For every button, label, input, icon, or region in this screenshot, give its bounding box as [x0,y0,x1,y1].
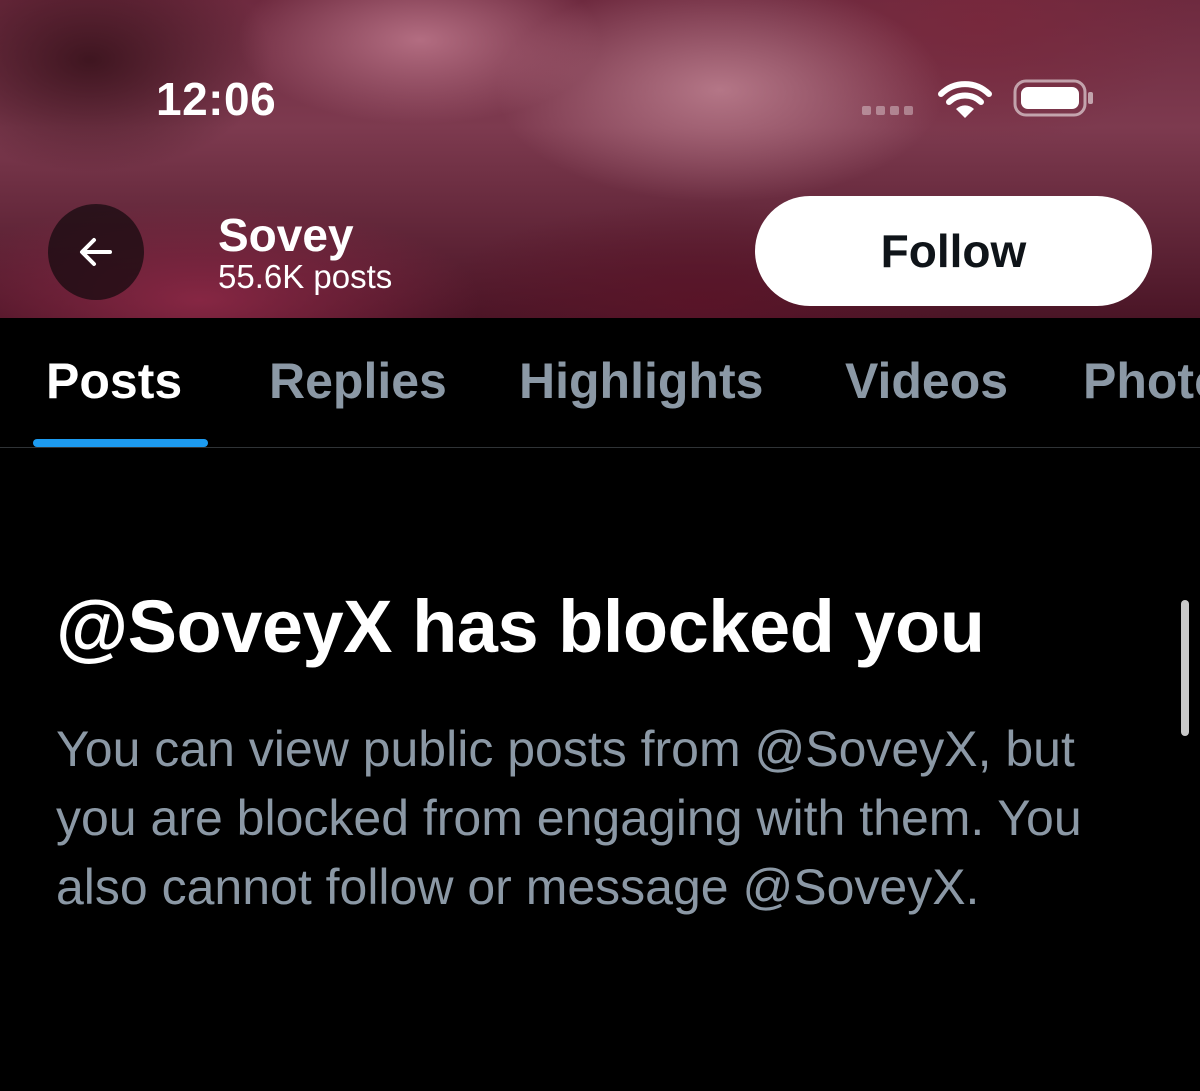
tab-replies[interactable]: Replies [269,352,447,410]
battery-icon [1013,79,1093,117]
post-count: 55.6K posts [218,258,393,295]
active-tab-indicator [33,439,208,447]
follow-button[interactable]: Follow [755,196,1152,306]
scrollbar[interactable] [1181,600,1189,736]
profile-tabs: Posts Replies Highlights Videos Photos [0,318,1200,447]
wifi-icon [938,81,992,118]
blocked-title: @SoveyX has blocked you [56,585,985,668]
tab-photos[interactable]: Photos [1083,352,1200,410]
tab-highlights[interactable]: Highlights [519,352,763,410]
tabs-divider [0,447,1200,448]
status-bar-time: 12:06 [156,73,277,125]
tab-videos[interactable]: Videos [845,352,1008,410]
tab-posts[interactable]: Posts [46,352,182,410]
blocked-message: You can view public posts from @SoveyX, … [56,721,1082,915]
cellular-signal-icon [862,106,913,115]
arrow-left-icon [80,238,112,266]
profile-name: Sovey [218,209,354,261]
back-button[interactable] [48,204,144,300]
